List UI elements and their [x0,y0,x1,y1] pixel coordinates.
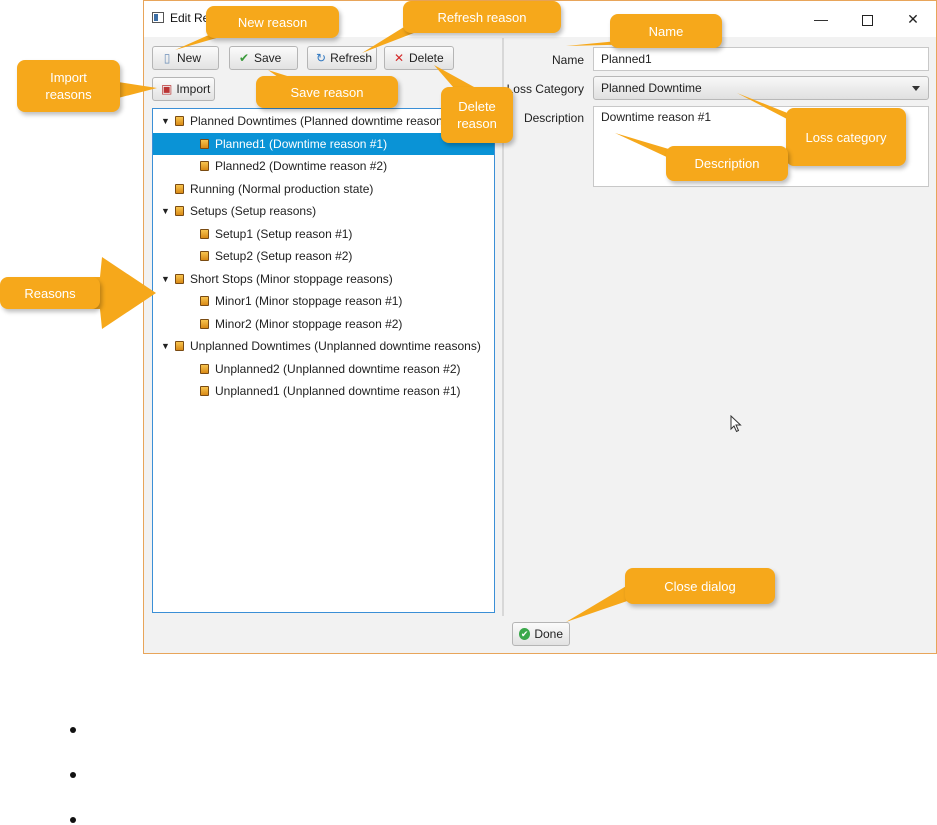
callout-description: Description [666,146,788,181]
callout-new-reason: New reason [206,6,339,38]
callout-delete-reason: Delete reason [441,87,513,143]
callout-close-dialog: Close dialog [625,568,775,604]
callout-save-reason: Save reason [256,76,398,108]
bullet [70,772,76,778]
callout-reasons: Reasons [0,277,100,309]
callout-loss-category: Loss category [786,108,906,166]
callout-import-reasons: Import reasons [17,60,120,112]
callout-name: Name [610,14,722,48]
bullet [70,727,76,733]
bullet [70,817,76,823]
callout-refresh-reason: Refresh reason [403,1,561,33]
